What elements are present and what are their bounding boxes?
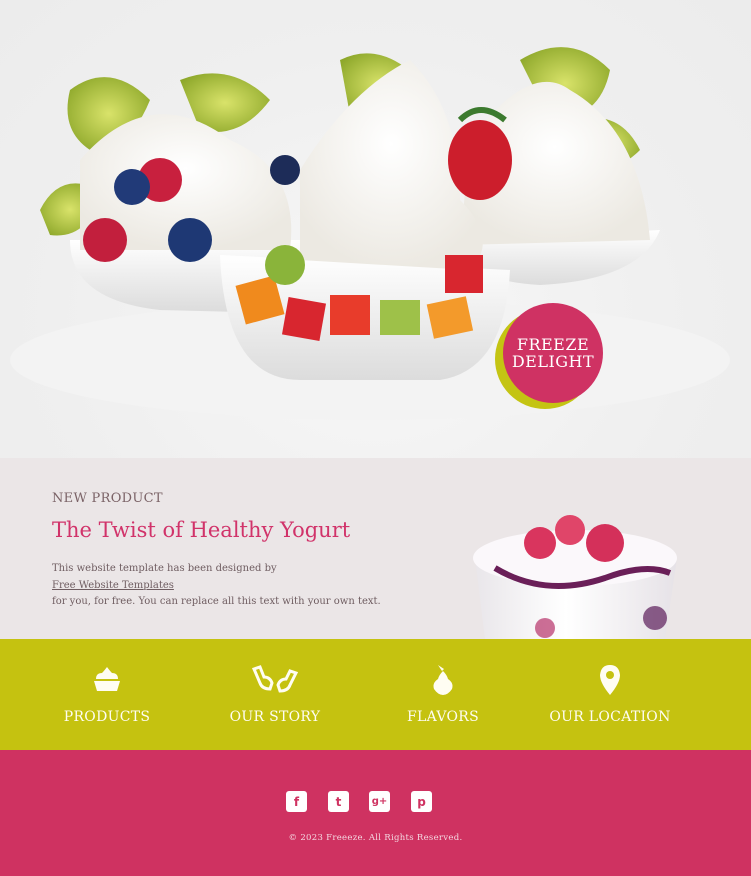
google-plus-icon[interactable]: g+: [369, 791, 390, 812]
nav-flavors[interactable]: FLAVORS: [383, 639, 503, 750]
product-title: The Twist of Healthy Yogurt: [52, 518, 351, 542]
pear-icon: [433, 665, 453, 695]
free-website-templates-link[interactable]: Free Website Templates: [52, 580, 174, 591]
nav-our-story[interactable]: OUR STORY: [215, 639, 335, 750]
copyright-text: © 2023 Freeeze. All Rights Reserved.: [288, 833, 463, 843]
twitter-icon[interactable]: t: [328, 791, 349, 812]
map-pin-icon: [600, 665, 620, 695]
product-description: This website template has been designed …: [52, 561, 412, 611]
facebook-icon[interactable]: f: [286, 791, 307, 812]
hero-banner: FREEZE DELIGHT: [0, 0, 751, 458]
frozen-yogurt-hero-image: [10, 47, 730, 420]
nav-label: PRODUCTS: [63, 709, 151, 725]
nav-products[interactable]: PRODUCTS: [47, 639, 167, 750]
yogurt-cup-image: [473, 515, 677, 639]
freeze-delight-badge: FREEZE DELIGHT: [503, 303, 603, 403]
nav-our-location[interactable]: OUR LOCATION: [545, 639, 675, 750]
pinterest-icon[interactable]: p: [411, 791, 432, 812]
site-footer: f t g+ p © 2023 Freeeze. All Rights Rese…: [0, 750, 751, 876]
section-kicker: NEW PRODUCT: [52, 491, 163, 506]
description-line-2: for you, for free. You can replace all t…: [52, 596, 381, 607]
new-product-section: NEW PRODUCT The Twist of Healthy Yogurt …: [0, 458, 751, 639]
badge-line-1: FREEZE: [516, 335, 590, 354]
main-nav: PRODUCTS OUR STORY FLAVORS OUR LOCATION: [0, 639, 751, 750]
nav-label: OUR LOCATION: [549, 709, 671, 725]
description-line-1: This website template has been designed …: [52, 563, 277, 574]
badge-line-2: DELIGHT: [511, 352, 595, 371]
nav-label: FLAVORS: [407, 709, 479, 725]
nav-label: OUR STORY: [229, 709, 321, 725]
cupcake-icon: [94, 667, 120, 691]
hands-icon: [251, 665, 299, 693]
